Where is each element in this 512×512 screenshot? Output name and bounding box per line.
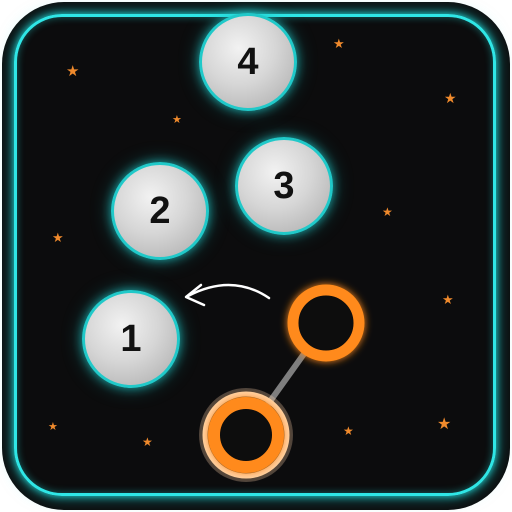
game-board: ★ ★ ★ ★ ★ ★ ★ ★ ★ ★ ★ 4 3 2 1 [0,0,512,512]
orbiting-pivot-ring[interactable] [287,284,365,362]
player-layer [184,283,365,482]
active-pivot-ring[interactable] [199,388,293,482]
curved-arrow-left-icon [184,283,271,307]
